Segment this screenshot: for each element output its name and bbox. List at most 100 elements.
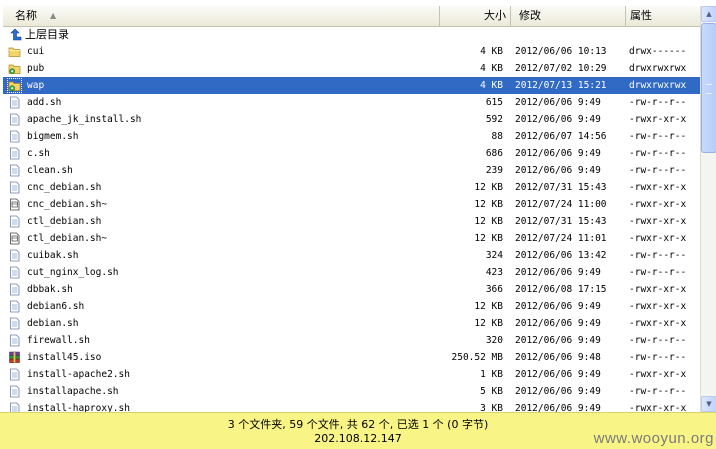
file-row[interactable]: debian.sh 12 KB 2012/06/06 9:49 -rwxr-xr-x [3,315,700,332]
file-row[interactable]: dbbak.sh 366 2012/06/08 17:15 -rwxr-xr-x [3,281,700,298]
file-row[interactable]: apache_jk_install.sh 592 2012/06/06 9:49 -r… [3,111,700,128]
file-modified: 2012/06/06 9:49 [515,386,601,397]
file-modified: 2012/06/06 9:48 [515,352,601,363]
file-name: c.sh [27,148,50,159]
file-attributes: -rwxr-xr-x [629,114,687,125]
file-modified: 2012/06/06 9:49 [515,403,601,412]
file-size: 686 [485,148,503,159]
file-row[interactable]: clean.sh 239 2012/06/06 9:49 -rw-r--r-- [3,162,700,179]
file-attributes: -rwxr-xr-x [629,301,687,312]
file-size: 239 [485,165,503,176]
file-icon [10,164,20,177]
file-attributes: drwxrwxrwx [629,80,687,91]
file-attributes: -rw-r--r-- [629,165,687,176]
file-size: 592 [485,114,503,125]
file-size: 4 KB [480,80,503,91]
file-modified: 2012/06/08 17:15 [515,284,607,295]
file-attributes: drwxrwxrwx [629,63,687,74]
file-name: debian.sh [27,318,79,329]
file-attributes: -rw-r--r-- [629,386,687,397]
file-name: wap [27,80,45,91]
file-row[interactable]: add.sh 615 2012/06/06 9:49 -rw-r--r-- [3,94,700,111]
file-row[interactable]: cui 4 KB 2012/06/06 10:13 drwx------ [3,43,700,60]
file-row[interactable]: debian6.sh 12 KB 2012/06/06 9:49 -rwxr-xr-x [3,298,700,315]
file-size: 12 KB [474,216,503,227]
file-row[interactable]: pub 4 KB 2012/07/02 10:29 drwxrwxrwx [3,60,700,77]
file-attributes: -rwxr-xr-x [629,369,687,380]
file-row[interactable]: cut_nginx_log.sh 423 2012/06/06 9:49 -rw-r-… [3,264,700,281]
file-row[interactable]: bigmem.sh 88 2012/06/07 14:56 -rw-r--r-- [3,128,700,145]
column-size-header[interactable]: 大小 [439,6,510,26]
file-attributes: -rwxr-xr-x [629,233,687,244]
file-name: installapache.sh [27,386,119,397]
file-icon [10,300,20,313]
file-modified: 2012/07/02 10:29 [515,63,607,74]
file-size: 12 KB [474,318,503,329]
file-size: 324 [485,250,503,261]
file-attributes: -rw-r--r-- [629,148,687,159]
file-row[interactable]: wap 4 KB 2012/07/13 15:21 drwxrwxrwx [3,77,700,94]
file-attributes: -rwxr-xr-x [629,199,687,210]
file-name: bigmem.sh [27,131,79,142]
scroll-down-button[interactable]: ▼ [701,396,716,412]
file-modified: 2012/06/07 14:56 [515,131,607,142]
file-name: ctl_debian.sh [27,216,102,227]
file-row[interactable]: firewall.sh 320 2012/06/06 9:49 -rw-r--r-- [3,332,700,349]
file-name: cnc_debian.sh [27,182,102,193]
file-name: pub [27,63,45,74]
file-modified: 2012/07/31 15:43 [515,182,607,193]
column-header: 名称 ▲ 大小 修改 属性 [3,6,700,27]
archive-icon [9,351,20,363]
file-size: 1 KB [480,369,503,380]
file-attributes: -rw-r--r-- [629,335,687,346]
file-name: cnc_debian.sh~ [27,199,108,210]
scroll-up-button[interactable]: ▲ [701,6,716,22]
column-attrs-header[interactable]: 属性 [625,6,700,26]
shared-folder-icon [8,64,21,75]
file-size: 5 KB [480,386,503,397]
file-size: 88 [491,131,503,142]
parent-directory-item[interactable]: 上层目录 [3,26,700,43]
folder-icon [8,47,21,57]
file-name: clean.sh [27,165,73,176]
file-name: firewall.sh [27,335,90,346]
file-attributes: -rw-r--r-- [629,352,687,363]
up-arrow-icon [10,28,22,41]
file-row[interactable]: cuibak.sh 324 2012/06/06 13:42 -rw-r--r-- [3,247,700,264]
file-size: 320 [485,335,503,346]
column-name-header[interactable]: 名称 ▲ [3,6,439,26]
file-row[interactable]: c.sh 686 2012/06/06 9:49 -rw-r--r-- [3,145,700,162]
file-row[interactable]: cnc_debian.sh 12 KB 2012/07/31 15:43 -rwxr-… [3,179,700,196]
file-size: 12 KB [474,199,503,210]
file-attributes: -rwxr-xr-x [629,182,687,193]
file-row[interactable]: install-haproxy.sh 3 KB 2012/06/06 9:49 -rw… [3,400,700,412]
file-row[interactable]: install45.iso 250.52 MB 2012/06/06 9:48 -rw… [3,349,700,366]
scroll-thumb[interactable] [701,23,716,153]
file-attributes: -rwxr-xr-x [629,403,687,412]
file-size: 12 KB [474,233,503,244]
file-size: 3 KB [480,403,503,412]
column-size-label: 大小 [484,9,506,22]
file-name: debian6.sh [27,301,85,312]
file-row[interactable]: ctl_debian.sh~ 12 KB 2012/07/24 11:01 -rwxr… [3,230,700,247]
file-name: install-apache2.sh [27,369,130,380]
vertical-scrollbar[interactable]: ▲ ▼ [700,6,716,412]
file-modified: 2012/07/24 11:00 [515,199,607,210]
column-modified-header[interactable]: 修改 [510,6,625,26]
file-size: 12 KB [474,301,503,312]
backup-file-icon [10,198,20,211]
backup-file-icon [10,232,20,245]
file-row[interactable]: ctl_debian.sh 12 KB 2012/07/31 15:43 -rwxr-… [3,213,700,230]
file-row[interactable]: installapache.sh 5 KB 2012/06/06 9:49 -rw-r… [3,383,700,400]
file-icon [10,334,20,347]
file-size: 4 KB [480,63,503,74]
file-row[interactable]: cnc_debian.sh~ 12 KB 2012/07/24 11:00 -rwxr… [3,196,700,213]
file-row[interactable]: install-apache2.sh 1 KB 2012/06/06 9:49 -rw… [3,366,700,383]
file-attributes: drwx------ [629,46,687,57]
file-attributes: -rw-r--r-- [629,131,687,142]
file-modified: 2012/06/06 9:49 [515,114,601,125]
parent-directory-label: 上层目录 [25,28,69,41]
file-icon [10,402,20,412]
file-size: 12 KB [474,182,503,193]
file-modified: 2012/06/06 10:13 [515,46,607,57]
